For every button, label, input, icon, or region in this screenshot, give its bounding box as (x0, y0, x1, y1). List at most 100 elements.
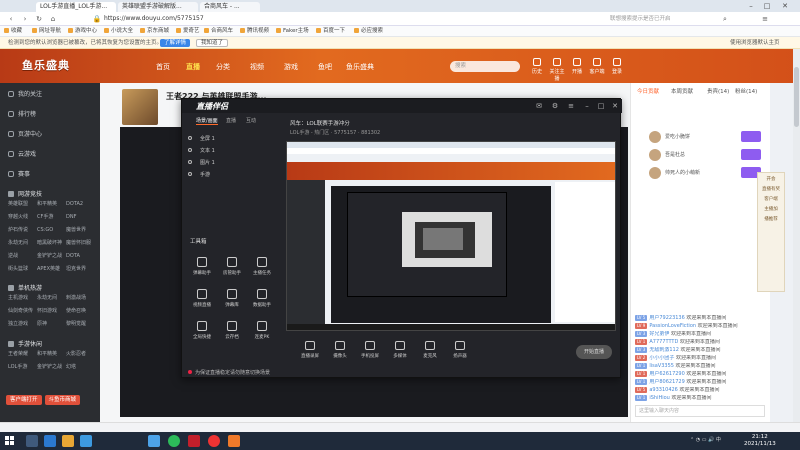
tab-today-contrib[interactable]: 今日贡献 (637, 87, 659, 95)
login-button[interactable]: 登录 (608, 58, 626, 75)
category-link[interactable]: 魔兽世界 (66, 225, 95, 236)
stream-preview[interactable] (286, 141, 616, 331)
start-live-button[interactable]: 开始直播 (576, 345, 612, 359)
category-link[interactable]: 和平精英 (37, 349, 66, 360)
back-icon[interactable]: ‹ (6, 14, 16, 24)
media-button[interactable]: 多媒体 (386, 341, 414, 359)
speaker-button[interactable]: 扬声器 (446, 341, 474, 359)
url-input[interactable]: https://www.douyu.com/5775157 (104, 14, 574, 24)
follow-button[interactable]: 关注主播 (548, 58, 566, 82)
floating-ad[interactable]: 开会 直播有奖 客户端 主播加 播推荐 (757, 172, 785, 292)
category-link[interactable]: 火影忍者 (66, 349, 95, 360)
browser-tab-1[interactable]: LOL手游直播_LOL手游... (36, 2, 116, 12)
rank-row[interactable]: 帅死人的小萌新 (635, 165, 765, 181)
tool-danmu-lib[interactable]: 弹幕库 (218, 289, 246, 308)
category-link[interactable]: DNF (66, 212, 95, 223)
category-link[interactable]: 刺激战场 (66, 293, 95, 304)
nav-games[interactable]: 游戏 (284, 62, 298, 72)
sidebar-item-webgames[interactable]: 页游中心 (8, 129, 42, 138)
search-icon[interactable] (26, 435, 38, 447)
category-link[interactable]: 街头篮球 (8, 264, 37, 275)
bookmark-item[interactable]: 腾讯视频 (240, 27, 269, 36)
tool-video[interactable]: 视频直播 (188, 289, 216, 308)
message-icon[interactable]: ✉ (534, 101, 544, 111)
camera-button[interactable]: 摄像头 (326, 341, 354, 359)
nav-category[interactable]: 分类 (216, 62, 230, 72)
app-icon[interactable] (208, 435, 220, 447)
wechat-icon[interactable] (168, 435, 180, 447)
close-icon[interactable]: ✕ (610, 101, 620, 111)
close-icon[interactable]: ✕ (778, 0, 792, 12)
category-link[interactable]: 坦克世界 (66, 264, 95, 275)
nav-video[interactable]: 视频 (250, 62, 264, 72)
minimize-icon[interactable]: – (582, 101, 592, 111)
category-link[interactable]: 永劫无间 (37, 293, 66, 304)
category-link[interactable]: 金铲铲之战 (37, 362, 66, 373)
category-link[interactable]: 魔兽怀旧服 (66, 238, 95, 249)
folder-icon[interactable] (62, 435, 74, 447)
eye-icon[interactable] (188, 136, 192, 140)
tool-tasks[interactable]: 主播任务 (248, 257, 276, 276)
eye-icon[interactable] (188, 172, 192, 176)
settings-icon[interactable]: ⚙ (550, 101, 560, 111)
scene-item[interactable]: 手游 (188, 171, 210, 178)
tab-week-contrib[interactable]: 本周贡献 (671, 87, 693, 95)
tool-cloud-save[interactable]: 云存档 (218, 321, 246, 340)
page-scrollbar[interactable] (793, 49, 800, 422)
category-link[interactable]: DOTA (66, 251, 95, 262)
category-link[interactable]: 使命召唤 (66, 306, 95, 317)
system-tray[interactable]: ⌃ ◔ ▭ 🔊 中 (690, 436, 721, 443)
scroll-thumb[interactable] (794, 67, 799, 127)
sidebar-section-title[interactable]: 网游竞技 (8, 189, 42, 198)
screen-record-button[interactable]: 直播录屏 (296, 341, 324, 359)
browser-icon[interactable] (148, 435, 160, 447)
bookmark-item[interactable]: 游戏中心 (68, 27, 97, 36)
category-link[interactable]: 仙剑奇侠传 (8, 306, 37, 317)
sidebar-item-cloudgames[interactable]: 云游戏 (8, 149, 36, 158)
site-logo[interactable]: 鱼乐盛典 (22, 57, 70, 73)
scene-item[interactable]: 文本 1 (188, 147, 215, 154)
open-client-button[interactable]: 客户端打开 (6, 395, 42, 405)
category-link[interactable]: 原神 (37, 319, 66, 330)
forward-icon[interactable]: › (20, 14, 30, 24)
category-link[interactable]: 英雄联盟 (8, 199, 37, 210)
scene-item[interactable]: 全屏 1 (188, 135, 215, 142)
tab-interact[interactable]: 互动 (246, 117, 256, 124)
tool-hotkeys[interactable]: 全局快捷 (188, 321, 216, 340)
site-search-input[interactable]: 联想搜索提示是否已开启 (610, 14, 710, 24)
clock[interactable]: 21:12 2021/11/13 (744, 434, 776, 448)
nav-home[interactable]: 首页 (156, 62, 170, 72)
sidebar-item-esports[interactable]: 赛事 (8, 169, 30, 178)
sidebar-section-title[interactable]: 单机热游 (8, 283, 42, 292)
bookmark-item[interactable]: 爱奇艺 (176, 27, 200, 36)
dismiss-button[interactable]: 我知道了 (196, 39, 229, 47)
menu-icon[interactable]: ≡ (566, 101, 576, 111)
bookmark-item[interactable]: 百度一下 (316, 27, 345, 36)
bookmark-item[interactable]: Faker主场 (276, 27, 309, 36)
browser-tab-3[interactable]: 合商风车 - ... (200, 2, 260, 12)
chat-input[interactable]: 这里输入聊天内容 (635, 405, 765, 417)
bookmark-item[interactable]: 收藏 (4, 27, 22, 36)
mic-button[interactable]: 麦克风 (416, 341, 444, 359)
refresh-icon[interactable]: ↻ (34, 14, 44, 24)
nav-live[interactable]: 直播 (186, 62, 200, 72)
nav-festival[interactable]: 鱼乐盛典 (346, 62, 374, 72)
category-link[interactable]: 炉石传说 (8, 225, 37, 236)
tool-data[interactable]: 数据助手 (248, 289, 276, 308)
tool-pk[interactable]: 连麦PK (248, 321, 276, 340)
nav-yuba[interactable]: 鱼吧 (318, 62, 332, 72)
category-link[interactable]: 逆战 (8, 251, 37, 262)
store-button[interactable]: 斗鱼币商城 (44, 395, 81, 405)
phone-cast-button[interactable]: 手机投屏 (356, 341, 384, 359)
tab-vip[interactable]: 贵宾(14) (707, 87, 729, 95)
sidebar-section-title[interactable]: 手游休闲 (8, 339, 42, 348)
windows-start-icon[interactable] (5, 436, 15, 446)
streamer-avatar[interactable] (122, 89, 158, 125)
rank-row[interactable]: 吾是杜总 (635, 147, 765, 163)
site-search-input[interactable]: 搜索 (450, 61, 520, 72)
edge-icon[interactable] (44, 435, 56, 447)
category-link[interactable]: 王者荣耀 (8, 349, 37, 360)
category-link[interactable]: 主机游戏 (8, 293, 37, 304)
category-link[interactable]: 和平精英 (37, 199, 66, 210)
bookmark-item[interactable]: 小说大全 (104, 27, 133, 36)
